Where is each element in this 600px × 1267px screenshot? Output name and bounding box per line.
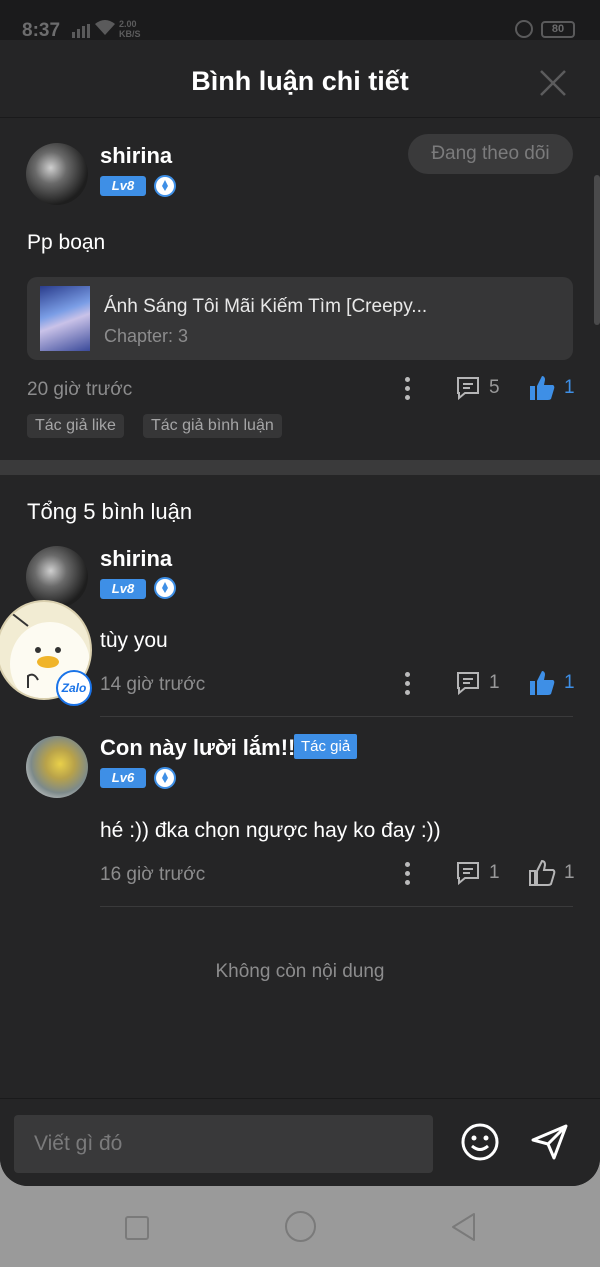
comment-icon [457, 862, 479, 886]
back-icon[interactable] [450, 1212, 478, 1242]
network-speed: 2.00 KB/S [119, 19, 141, 39]
send-icon[interactable] [530, 1123, 570, 1161]
like-count: 1 [564, 377, 575, 398]
author-badge: Tác giả [294, 734, 358, 759]
status-time: 8:37 [22, 20, 61, 41]
verified-icon [154, 767, 176, 789]
reply-divider [100, 906, 573, 907]
more-options-icon[interactable] [405, 672, 411, 696]
close-icon[interactable] [538, 68, 568, 98]
username[interactable]: Con này lười lắm!! [100, 735, 295, 761]
book-title: Ánh Sáng Tôi Mãi Kiếm Tìm [Creepy... [104, 296, 428, 317]
comment-icon [457, 672, 479, 696]
verified-icon [154, 175, 176, 197]
book-cover [40, 286, 90, 351]
username[interactable]: shirina [100, 143, 172, 169]
like-button[interactable]: 1 [528, 374, 575, 402]
avatar[interactable] [26, 736, 88, 798]
scrollbar[interactable] [594, 175, 600, 325]
avatar[interactable] [26, 546, 88, 608]
recent-apps-icon[interactable] [125, 1216, 149, 1240]
thumbs-up-icon [530, 671, 555, 695]
username[interactable]: shirina [100, 546, 172, 572]
alarm-icon [515, 20, 533, 38]
reply-button[interactable]: 1 [455, 860, 500, 886]
section-divider [0, 460, 600, 475]
comment-composer [0, 1098, 600, 1186]
author-comment-tag: Tác giả bình luận [143, 414, 282, 438]
comment-input[interactable] [14, 1115, 433, 1173]
reply-button[interactable]: 5 [455, 375, 500, 401]
thumbs-up-outline-icon [529, 859, 556, 886]
like-button[interactable]: 1 [528, 859, 575, 887]
comment-icon [457, 377, 479, 401]
author-like-tag: Tác giả like [27, 414, 124, 438]
like-count: 1 [564, 862, 575, 883]
reply-text: tùy you [100, 629, 168, 652]
reply-time: 16 giờ trước [100, 864, 206, 885]
replies-count-title: Tổng 5 bình luận [27, 499, 193, 524]
level-badge: Lv8 [100, 579, 146, 599]
signal-icon [72, 24, 90, 38]
reply-count: 5 [489, 377, 500, 398]
battery-icon: 80 [541, 21, 575, 38]
reply-count: 1 [489, 862, 500, 883]
comment-time: 20 giờ trước [27, 379, 133, 400]
reply-button[interactable]: 1 [455, 670, 500, 696]
reply-count: 1 [489, 672, 500, 693]
page-title: Bình luận chi tiết [191, 66, 409, 96]
home-icon[interactable] [285, 1211, 316, 1242]
more-options-icon[interactable] [405, 862, 411, 886]
thumbs-up-icon [530, 376, 555, 400]
verified-icon [154, 577, 176, 599]
book-card[interactable]: Ánh Sáng Tôi Mãi Kiếm Tìm [Creepy... Cha… [27, 277, 573, 360]
navigation-bar [0, 1186, 600, 1267]
header: Bình luận chi tiết [0, 40, 600, 118]
comment-text: Pp boạn [27, 231, 106, 254]
wifi-icon [95, 20, 115, 35]
follow-button[interactable]: Đang theo dõi [408, 134, 573, 174]
zalo-badge: Zalo [56, 670, 92, 706]
emoji-icon[interactable] [460, 1122, 500, 1162]
level-badge: Lv6 [100, 768, 146, 788]
end-of-content: Không còn nội dung [215, 961, 385, 982]
like-count: 1 [564, 672, 575, 693]
level-badge: Lv8 [100, 176, 146, 196]
like-button[interactable]: 1 [528, 669, 575, 697]
reply-time: 14 giờ trước [100, 674, 206, 695]
reply-text: hé :)) đka chọn ngược hay ko đay :)) [100, 819, 441, 842]
avatar[interactable] [26, 143, 88, 205]
more-options-icon[interactable] [405, 377, 411, 401]
reply-divider [100, 716, 573, 717]
book-chapter: Chapter: 3 [104, 326, 189, 346]
comment-detail-sheet: 8:37 2.00 KB/S 80 Bình luận chi tiết shir… [0, 0, 600, 1186]
